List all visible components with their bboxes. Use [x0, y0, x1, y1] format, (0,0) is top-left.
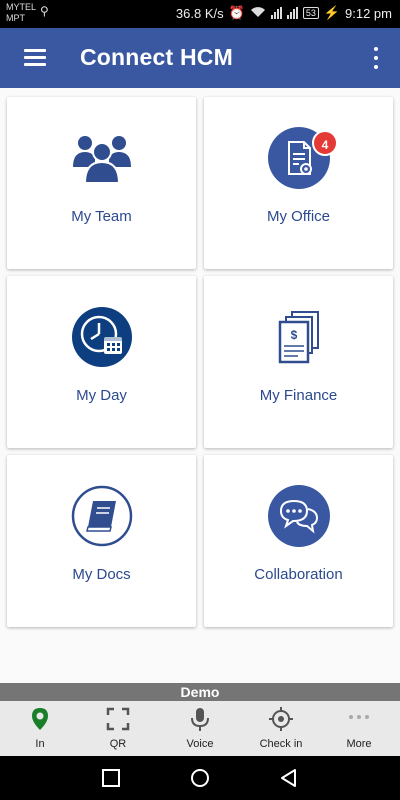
finance-documents-icon: $ [278, 311, 319, 364]
nav-label: Voice [186, 738, 214, 750]
carrier-info: MYTEL MPT [6, 2, 36, 24]
tile-my-day[interactable]: My Day [7, 276, 196, 448]
status-indicators: 36.8 K/s ⏰ 53 ⚡ 9:12 pm [176, 5, 392, 21]
nav-in[interactable]: In [0, 701, 80, 756]
tile-my-team[interactable]: My Team [7, 97, 196, 269]
demo-banner: Demo [0, 683, 400, 701]
signal-icon [270, 7, 282, 19]
app-bar: Connect HCM [0, 28, 400, 88]
clock-calendar-icon [72, 307, 132, 367]
carrier-line2: MPT [6, 13, 25, 23]
nav-label: In [35, 738, 45, 750]
team-icon [73, 136, 131, 184]
nav-label: QR [109, 738, 127, 750]
system-navigation-bar [0, 756, 400, 800]
battery-level: 53 [302, 7, 319, 19]
network-speed: 36.8 K/s [175, 5, 224, 21]
svg-text:$: $ [291, 328, 298, 342]
tile-label: My Finance [259, 387, 338, 404]
nav-qr[interactable]: QR [78, 701, 158, 756]
notification-badge: 4 [312, 130, 338, 156]
microphone-icon [191, 708, 209, 731]
nav-label: Check in [259, 738, 303, 750]
location-pin-icon [32, 708, 48, 730]
tile-collaboration[interactable]: Collaboration [204, 455, 393, 627]
nav-label: More [346, 738, 372, 750]
chat-bubbles-icon [268, 485, 330, 547]
back-triangle-icon[interactable] [278, 767, 300, 789]
usb-icon: ⚲ [40, 4, 49, 18]
wifi-icon [250, 6, 266, 21]
app-title: Connect HCM [80, 44, 233, 70]
tile-label: My Office [266, 208, 331, 225]
tile-label: My Day [76, 387, 127, 404]
clock-time: 9:12 pm [345, 5, 392, 21]
nav-check-in[interactable]: Check in [241, 701, 321, 756]
nav-voice[interactable]: Voice [160, 701, 240, 756]
recents-square-icon[interactable] [100, 767, 122, 789]
tile-my-office[interactable]: 4 My Office [204, 97, 393, 269]
hamburger-menu-icon[interactable] [24, 49, 46, 67]
nav-more[interactable]: More [319, 701, 399, 756]
tile-label: My Team [71, 208, 132, 225]
crosshair-icon [269, 707, 293, 731]
tile-my-docs[interactable]: My Docs [7, 455, 196, 627]
carrier-line1: MYTEL [6, 2, 37, 12]
book-icon [71, 485, 133, 547]
charging-icon: ⚡ [323, 5, 341, 20]
status-bar: MYTEL MPT ⚲ 36.8 K/s ⏰ 53 ⚡ 9:12 pm [0, 0, 400, 28]
qr-scan-icon [106, 707, 130, 731]
overflow-menu-icon[interactable] [372, 47, 380, 69]
signal-icon-2 [286, 7, 298, 19]
dashboard-grid: My Team 4 My Office My Day $ My Finance … [0, 88, 400, 683]
more-dots-icon [349, 715, 369, 719]
tile-my-finance[interactable]: $ My Finance [204, 276, 393, 448]
alarm-icon: ⏰ [228, 5, 245, 20]
tile-label: My Docs [72, 566, 131, 583]
tile-label: Collaboration [254, 566, 343, 583]
home-circle-icon[interactable] [189, 767, 211, 789]
bottom-navigation: In QR Voice Check in More [0, 701, 400, 756]
